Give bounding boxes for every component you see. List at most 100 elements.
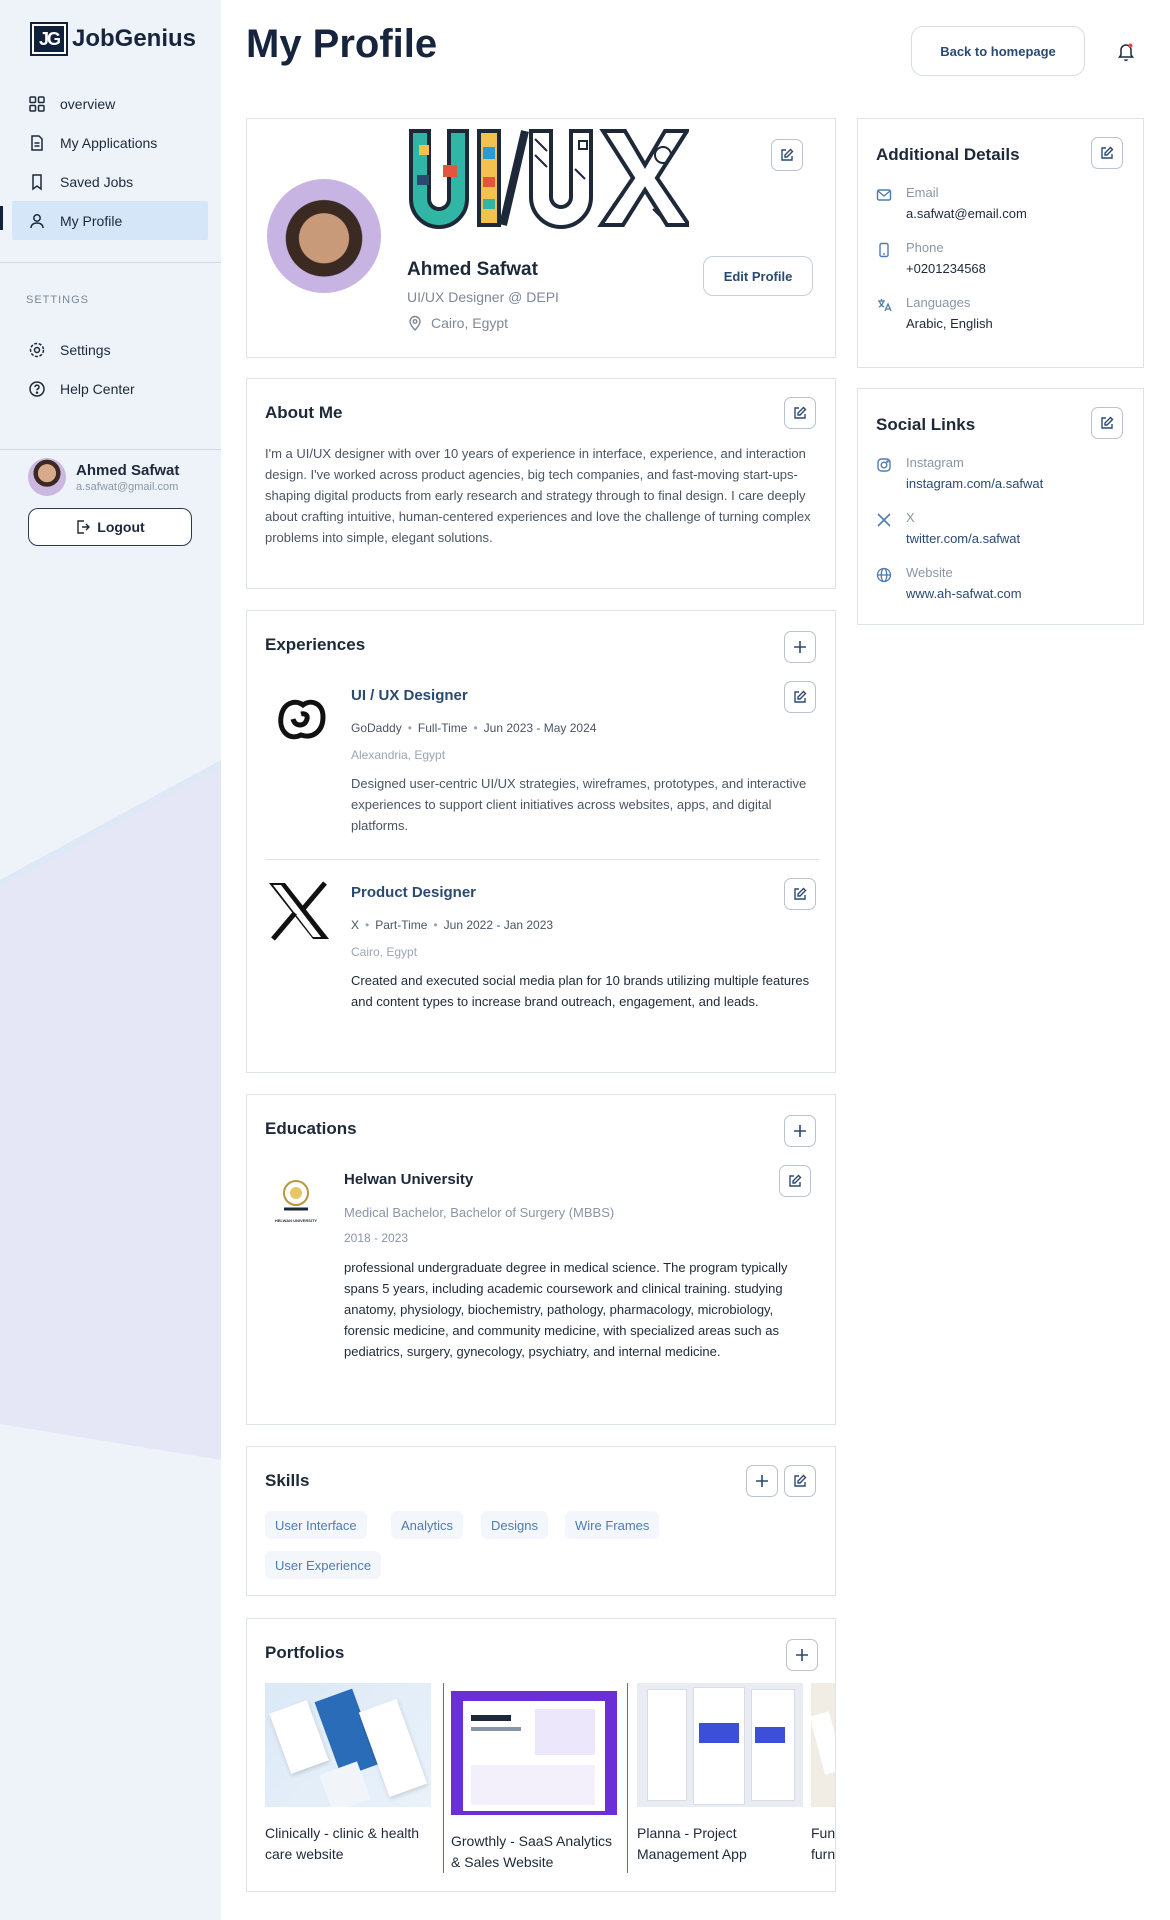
experience-dates: Jun 2023 - May 2024: [483, 721, 597, 735]
nav-label: Settings: [60, 341, 111, 358]
edit-about-button[interactable]: [784, 397, 816, 429]
edit-skills-button[interactable]: [784, 1465, 816, 1497]
detail-value: a.safwat@email.com: [906, 206, 1027, 221]
university-emblem-icon: [283, 1180, 309, 1211]
social-links-card: Social Links Instagram instagram.com/a.sa…: [857, 388, 1144, 625]
educations-card: Educations HELWAN UNIVERSITY Helwan Univ…: [246, 1094, 836, 1425]
logo-text: JobGenius: [72, 25, 197, 52]
bell-icon[interactable]: [1115, 40, 1137, 62]
edit-profile-button[interactable]: Edit Profile: [703, 256, 813, 296]
nav-item-my-profile[interactable]: My Profile: [12, 201, 208, 240]
edit-icon: [781, 148, 794, 161]
experience-title: UI / UX Designer: [351, 687, 468, 704]
social-link[interactable]: instagram.com/a.safwat: [906, 476, 1043, 491]
social-label: Website: [906, 565, 953, 580]
portfolio-item[interactable]: Clinically - clinic & health care websit…: [265, 1683, 431, 1865]
social-instagram[interactable]: Instagram instagram.com/a.safwat: [876, 455, 1043, 491]
education-description: professional undergraduate degree in med…: [344, 1260, 788, 1359]
profile-banner: [407, 125, 689, 229]
experience-divider: [265, 859, 819, 860]
meta-dot: •: [473, 721, 478, 735]
godaddy-logo-icon: [278, 699, 326, 740]
experiences-card: Experiences UI / UX Designer GoDaddy • F…: [246, 610, 836, 1073]
detail-value: Arabic, English: [906, 316, 993, 331]
settings-heading: SETTINGS: [26, 294, 90, 306]
add-portfolio-button[interactable]: [786, 1639, 818, 1671]
gear-icon: [29, 342, 45, 357]
skills-card: Skills User Interface Analytics Designs …: [246, 1446, 836, 1596]
nav-item-my-applications[interactable]: My Applications: [12, 123, 208, 162]
nav-item-saved-jobs[interactable]: Saved Jobs: [12, 162, 208, 201]
page-title: My Profile: [246, 22, 438, 66]
edit-icon: [1101, 416, 1114, 429]
bookmark-icon: [32, 173, 42, 190]
app-logo[interactable]: JG JobGenius: [30, 22, 197, 56]
location-text: Cairo, Egypt: [431, 315, 509, 331]
sidebar: JG JobGenius overview My Applications Sa…: [0, 0, 221, 1920]
portfolio-thumbnail: [265, 1683, 431, 1807]
portfolio-caption: Growthly - SaaS Analytics & Sales Websit…: [451, 1833, 613, 1870]
portfolio-item[interactable]: Planna - Project Management App: [637, 1683, 803, 1865]
plus-icon: [756, 1475, 768, 1487]
skill-tag: User Experience: [265, 1551, 382, 1579]
add-education-button[interactable]: [784, 1115, 816, 1147]
education-school: Helwan University: [344, 1171, 474, 1188]
sidebar-divider: [0, 262, 221, 263]
plus-icon: [796, 1649, 808, 1661]
user-name: Ahmed Safwat: [76, 461, 180, 479]
edit-icon: [794, 690, 807, 703]
plus-icon: [794, 641, 806, 653]
skills-title: Skills: [265, 1471, 310, 1490]
back-to-homepage-button[interactable]: Back to homepage: [911, 26, 1085, 76]
instagram-icon: [877, 458, 891, 472]
nav-item-settings[interactable]: Settings: [12, 330, 208, 369]
logout-button[interactable]: Logout: [28, 508, 192, 546]
portfolio-thumbnail: [811, 1683, 835, 1807]
edit-social-button[interactable]: [1091, 407, 1123, 439]
nav-label: Help Center: [60, 380, 135, 397]
portfolio-item[interactable]: Growthly - SaaS Analytics & Sales Websit…: [451, 1691, 617, 1873]
nav-item-help-center[interactable]: Help Center: [12, 369, 208, 408]
add-skill-button[interactable]: [746, 1465, 778, 1497]
nav-item-overview[interactable]: overview: [12, 84, 208, 123]
sidebar-decoration: [0, 760, 221, 1460]
social-label: Instagram: [906, 455, 964, 470]
experience-company: X: [351, 918, 360, 932]
experiences-title: Experiences: [265, 635, 366, 654]
edit-icon: [794, 406, 807, 419]
active-indicator: [0, 206, 3, 230]
social-website[interactable]: Website www.ah-safwat.com: [876, 565, 1022, 601]
sidebar-user[interactable]: Ahmed Safwat a.safwat@gmail.com: [28, 458, 179, 496]
university-logo-caption: HELWAN UNIVERSITY: [274, 1218, 318, 1223]
profile-card: Ahmed Safwat UI/UX Designer @ DEPI Cairo…: [246, 118, 836, 358]
document-icon: [31, 134, 43, 151]
education-degree: Medical Bachelor, Bachelor of Surgery (M…: [344, 1205, 615, 1220]
about-title: About Me: [265, 403, 343, 422]
experience-dates: Jun 2022 - Jan 2023: [443, 918, 554, 932]
edit-education-button[interactable]: [779, 1165, 811, 1197]
edit-experience-button[interactable]: [784, 878, 816, 910]
edit-details-button[interactable]: [1091, 137, 1123, 169]
settings-nav: Settings Help Center: [12, 330, 208, 408]
phone-icon: [879, 242, 889, 258]
sidebar-divider: [0, 449, 221, 450]
social-links-title: Social Links: [876, 415, 976, 434]
social-link[interactable]: twitter.com/a.safwat: [906, 531, 1020, 546]
edit-experience-button[interactable]: [784, 681, 816, 713]
logo-mark: JG: [30, 22, 68, 56]
edit-banner-button[interactable]: [771, 139, 803, 171]
edit-icon: [1101, 146, 1114, 159]
avatar: [28, 458, 66, 496]
meta-dot: •: [433, 918, 438, 932]
portfolio-item[interactable]: Fun furn: [811, 1683, 835, 1865]
portfolio-thumbnail: [451, 1691, 617, 1815]
additional-details-title: Additional Details: [876, 145, 1020, 164]
nav-label: My Profile: [60, 212, 123, 229]
plus-icon: [794, 1125, 806, 1137]
social-link[interactable]: www.ah-safwat.com: [906, 586, 1022, 601]
portfolio-caption: Clinically - clinic & health care websit…: [265, 1825, 420, 1862]
social-x[interactable]: Xtwitter.com/a.safwat: [876, 510, 1020, 546]
experience-type: Part-Time: [375, 918, 428, 932]
add-experience-button[interactable]: [784, 631, 816, 663]
skill-tag: Wire Frames: [565, 1511, 660, 1539]
